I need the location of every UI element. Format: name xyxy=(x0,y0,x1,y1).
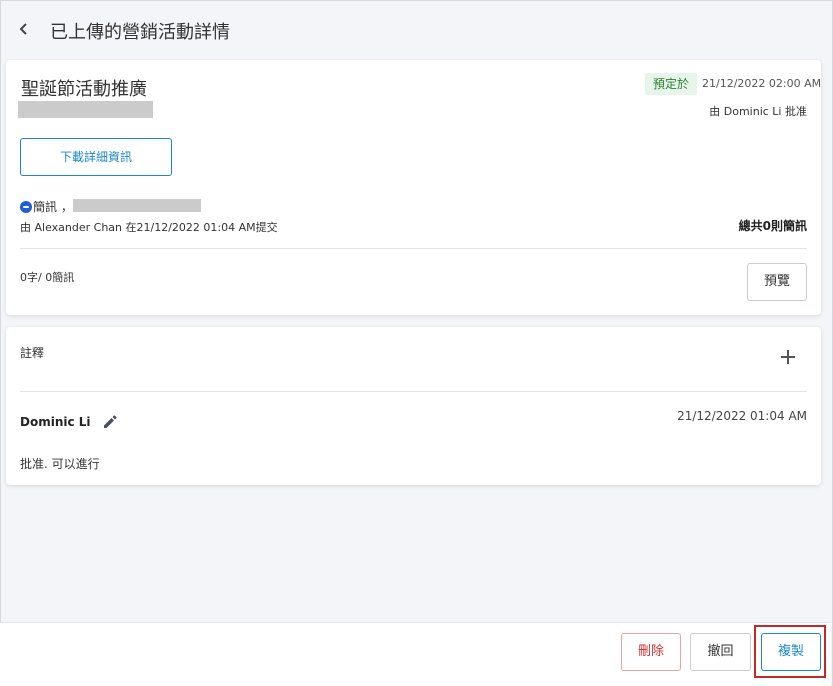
divider xyxy=(20,248,807,249)
sms-icon xyxy=(20,200,32,213)
download-details-button[interactable]: 下載詳細資訊 xyxy=(20,138,172,176)
preview-button[interactable]: 預覽 xyxy=(747,263,807,301)
back-arrow-icon[interactable] xyxy=(14,18,34,40)
campaign-name: 聖誕節活動推廣 xyxy=(21,79,147,100)
page-header: 已上傳的營銷活動詳情 xyxy=(0,0,833,58)
channel-line: 簡訊 ， xyxy=(20,198,73,215)
approved-by: 由 Dominic Li 批准 xyxy=(709,105,807,118)
highlight-box xyxy=(754,625,826,678)
character-count: 0字/ 0簡訊 xyxy=(20,271,75,284)
page-title: 已上傳的營銷活動詳情 xyxy=(50,22,230,43)
campaign-card: 聖誕節活動推廣 預定於 21/12/2022 02:00 AM 由 Domini… xyxy=(6,60,821,315)
redacted-description xyxy=(18,101,153,118)
note-text: 批准. 可以進行 xyxy=(20,457,100,471)
status-badge: 預定於 xyxy=(645,73,698,95)
total-messages: 總共0則簡訊 xyxy=(738,219,807,233)
submitted-by: 由 Alexander Chan 在21/12/2022 01:04 AM提交 xyxy=(20,221,278,234)
delete-button[interactable]: 刪除 xyxy=(621,633,681,671)
divider xyxy=(20,391,807,392)
notes-card: 註釋 Dominic Li 21/12/2022 01:04 AM 批准. 可以… xyxy=(6,327,821,485)
redacted-recipients xyxy=(73,199,201,212)
add-note-icon[interactable] xyxy=(778,347,798,367)
notes-title: 註釋 xyxy=(20,346,45,360)
channel-label: 簡訊 ， xyxy=(33,200,73,214)
edit-pencil-icon[interactable] xyxy=(102,414,118,430)
note-author: Dominic Li xyxy=(20,415,91,429)
action-footer: 刪除 撤回 複製 xyxy=(0,622,831,686)
note-timestamp: 21/12/2022 01:04 AM xyxy=(677,409,807,423)
withdraw-button[interactable]: 撤回 xyxy=(690,633,751,671)
scheduled-time: 21/12/2022 02:00 AM xyxy=(702,77,822,90)
